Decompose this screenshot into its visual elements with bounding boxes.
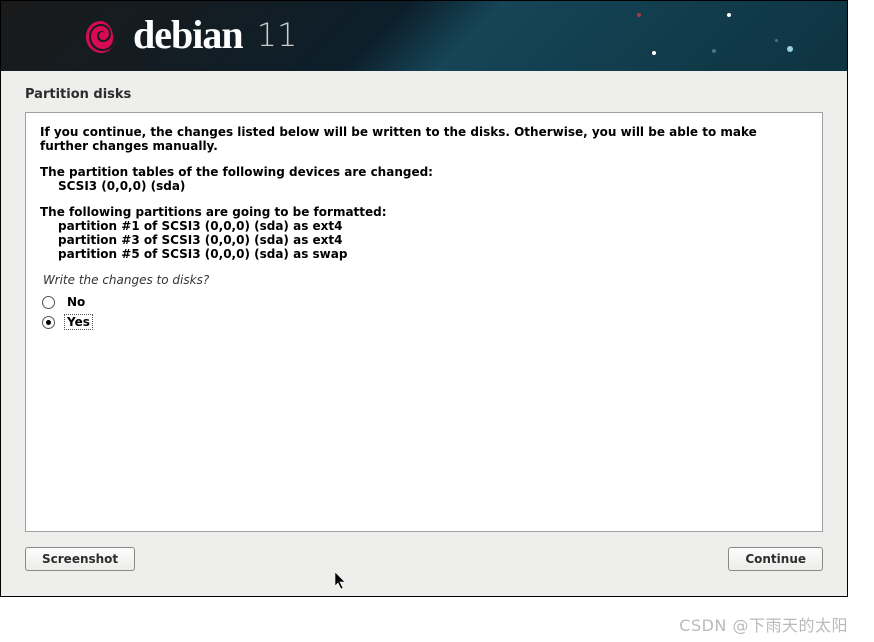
mouse-cursor-icon [335,572,349,592]
watermark: CSDN @下雨天的太阳 [679,612,848,636]
tables-heading: The partition tables of the following de… [40,165,433,179]
banner-decoration [567,1,847,71]
format-item: partition #3 of SCSI3 (0,0,0) (sda) as e… [40,233,808,247]
page-title: Partition disks [25,87,823,102]
content-area: Partition disks If you continue, the cha… [1,71,847,532]
format-item: partition #1 of SCSI3 (0,0,0) (sda) as e… [40,219,808,233]
radio-no[interactable]: No [42,295,806,309]
continue-button[interactable]: Continue [728,547,823,571]
format-item: partition #5 of SCSI3 (0,0,0) (sda) as s… [40,247,808,261]
brand-logo: debian 11 [81,11,297,58]
format-heading: The following partitions are going to be… [40,205,387,219]
warning-text: If you continue, the changes listed belo… [40,125,757,153]
radio-no-label: No [65,295,87,309]
banner: debian 11 [1,1,847,71]
screenshot-button[interactable]: Screenshot [25,547,135,571]
radio-button-icon[interactable] [42,316,55,329]
partition-panel: If you continue, the changes listed belo… [25,112,823,532]
changed-device: SCSI3 (0,0,0) (sda) [40,179,808,193]
brand-name: debian [133,11,243,58]
radio-yes[interactable]: Yes [42,315,806,329]
confirm-question: Write the changes to disks? [40,273,808,287]
brand-version: 11 [257,16,298,54]
debian-swirl-icon [81,17,121,57]
radio-button-icon[interactable] [42,296,55,309]
radio-yes-label: Yes [65,315,92,329]
button-bar: Screenshot Continue [1,532,847,571]
installer-window: debian 11 Partition disks If you continu… [0,0,848,597]
